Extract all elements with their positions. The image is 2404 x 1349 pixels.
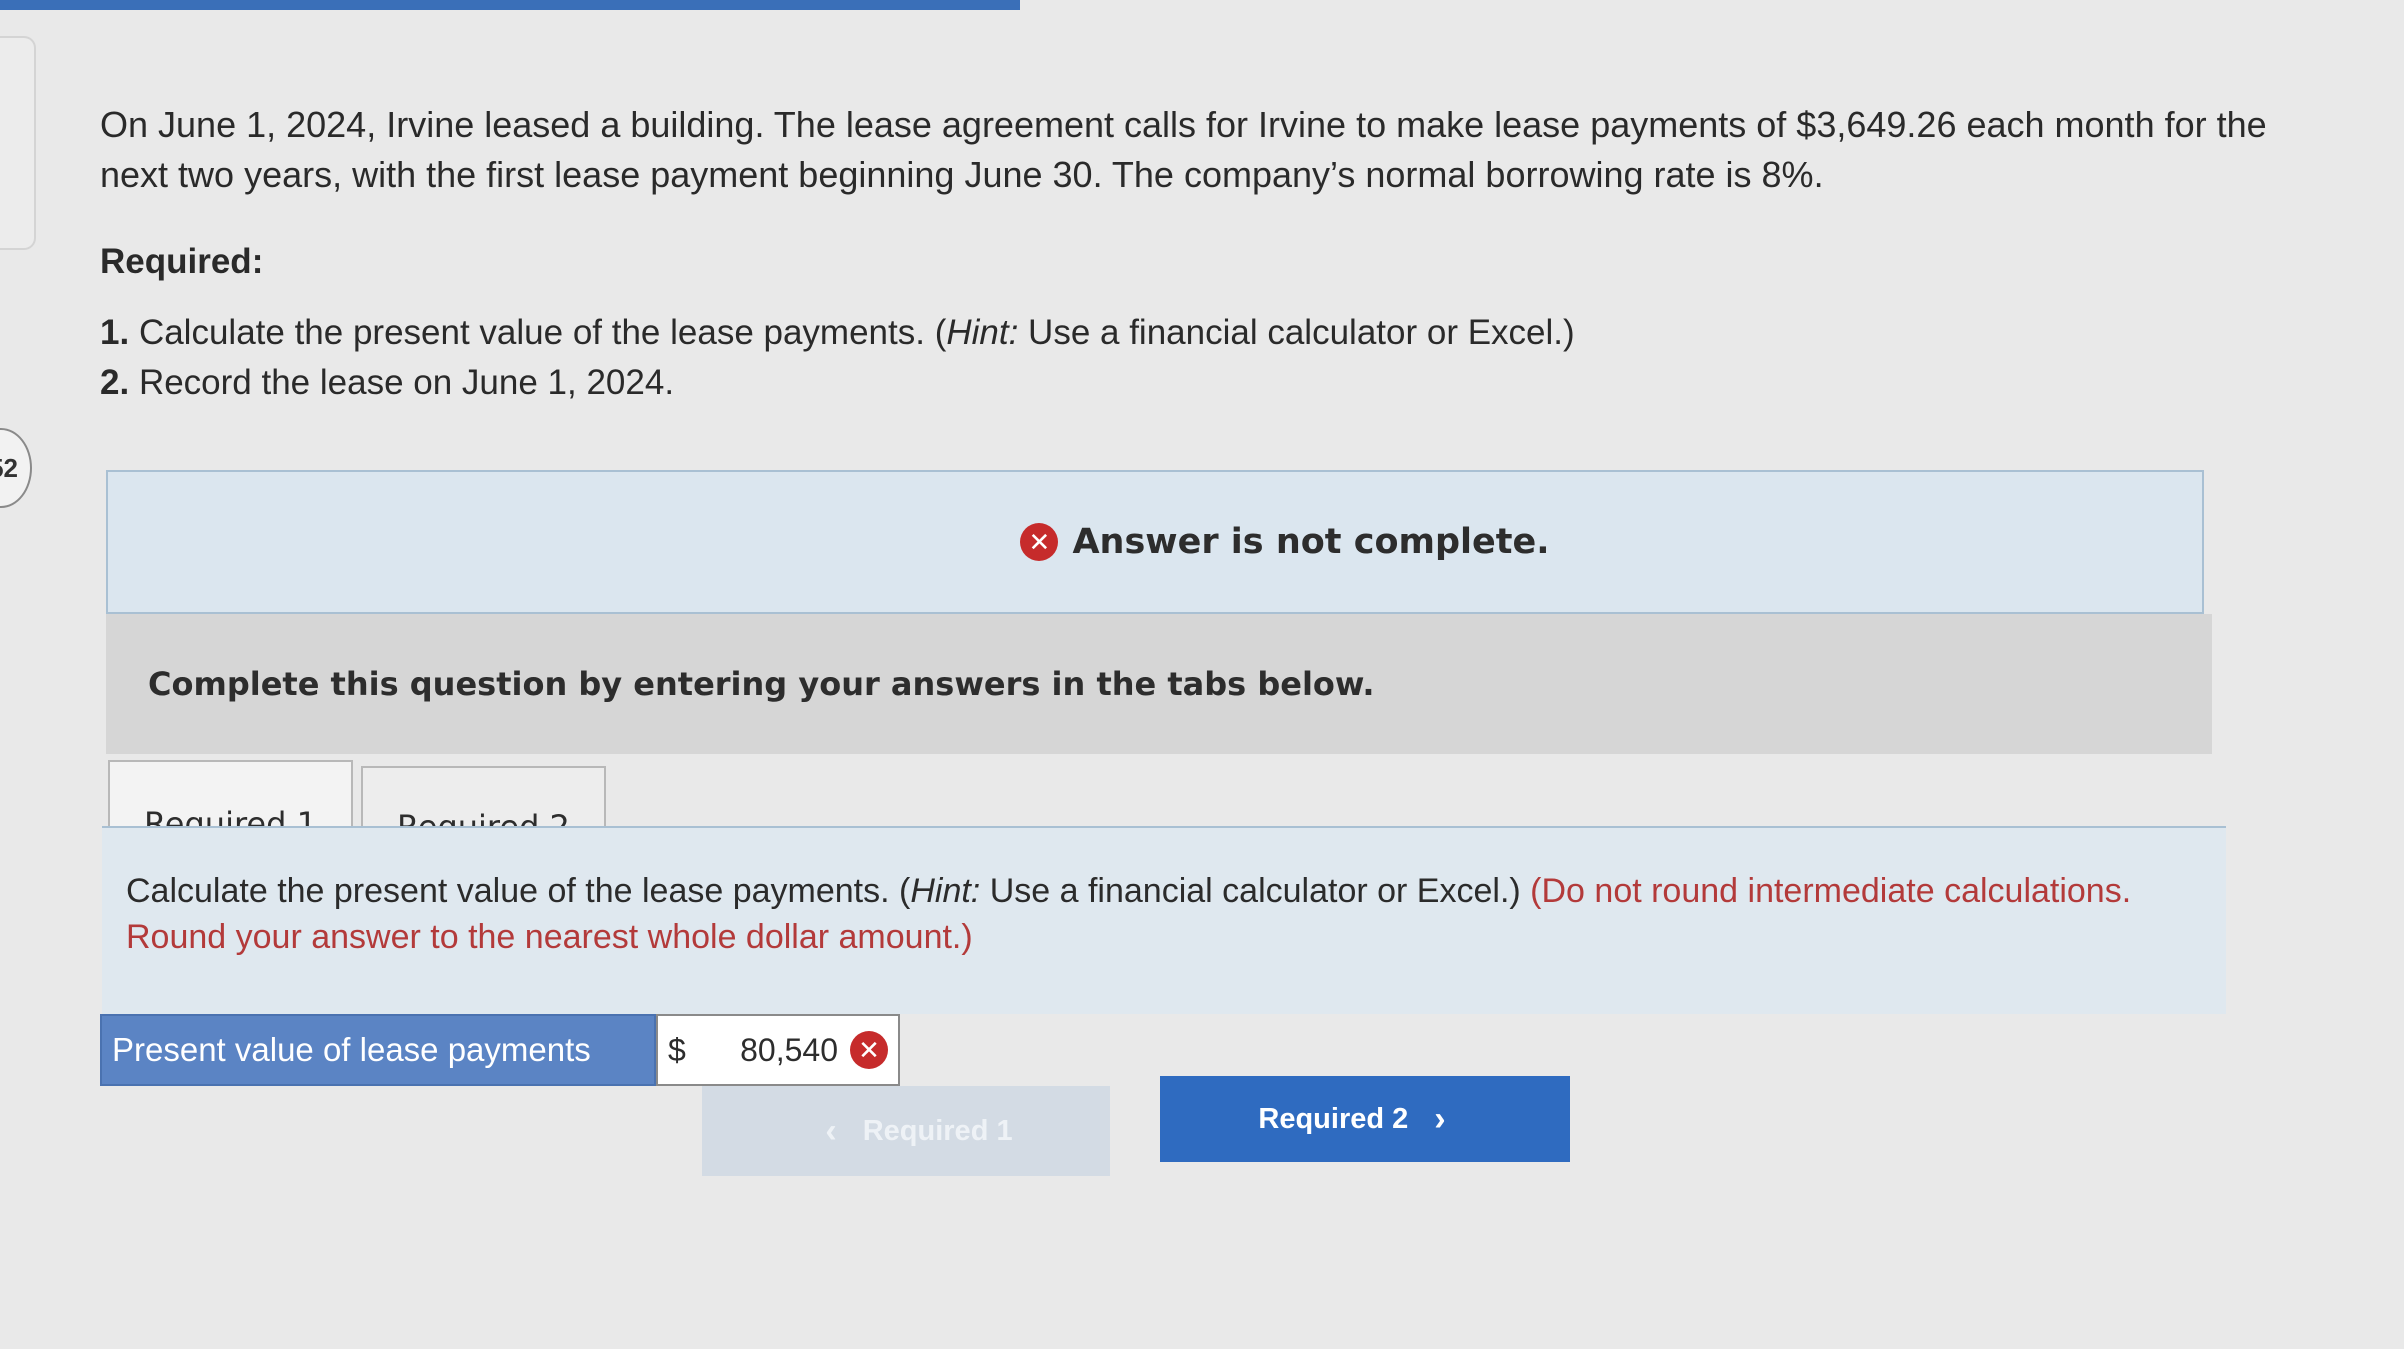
required-heading: Required: xyxy=(100,242,264,281)
side-panel-edge xyxy=(0,36,36,250)
requirement-text: Record the lease on June 1, 2024. xyxy=(138,363,675,402)
requirement-text: Use a financial calculator or Excel.) xyxy=(1018,313,1575,352)
present-value-input[interactable]: $ 80,540 ✕ xyxy=(656,1014,900,1086)
next-button-label: Required 2 xyxy=(1258,1102,1409,1135)
prev-button-label: Required 1 xyxy=(862,1114,1013,1147)
x-circle-icon: ✕ xyxy=(850,1031,888,1069)
x-circle-icon: ✕ xyxy=(1020,523,1059,561)
chevron-left-icon: ‹ xyxy=(825,1111,837,1150)
panel-text: Calculate the present value of the lease… xyxy=(126,872,911,910)
chevron-right-icon: › xyxy=(1434,1099,1446,1138)
requirement-item: 1. Calculate the present value of the le… xyxy=(100,308,2340,358)
answer-row: Present value of lease payments $ 80,540… xyxy=(100,1014,900,1086)
next-required-button[interactable]: Required 2 › xyxy=(1160,1076,1570,1162)
instructions-banner: Complete this question by entering your … xyxy=(106,614,2212,754)
requirement-text: Calculate the present value of the lease… xyxy=(138,313,947,352)
requirement-item: 2. Record the lease on June 1, 2024. xyxy=(100,358,2340,408)
hint-label: Hint: xyxy=(946,313,1019,352)
top-accent-strip xyxy=(0,0,1020,10)
answer-status-alert: ✕ Answer is not complete. xyxy=(106,470,2204,614)
prev-required-button[interactable]: ‹ Required 1 xyxy=(702,1086,1110,1176)
instructions-text: Complete this question by entering your … xyxy=(148,665,1375,703)
tab-panel-instructions: Calculate the present value of the lease… xyxy=(102,826,2226,1014)
requirement-number: 1. xyxy=(100,313,130,352)
answer-value[interactable]: 80,540 xyxy=(712,1032,850,1069)
question-number: 52 xyxy=(0,452,18,483)
answer-label: Present value of lease payments xyxy=(112,1031,591,1068)
answer-label-cell: Present value of lease payments xyxy=(100,1014,656,1086)
panel-text: Use a financial calculator or Excel.) xyxy=(980,872,1531,910)
question-number-badge[interactable]: 52 xyxy=(0,428,32,508)
currency-symbol: $ xyxy=(668,1031,686,1068)
question-content: On June 1, 2024, Irvine leased a buildin… xyxy=(100,100,2340,408)
hint-label: Hint: xyxy=(910,872,981,910)
requirements-list: 1. Calculate the present value of the le… xyxy=(100,308,2340,408)
problem-text: On June 1, 2024, Irvine leased a buildin… xyxy=(100,104,2267,195)
alert-text: Answer is not complete. xyxy=(1072,522,1550,562)
requirement-number: 2. xyxy=(100,363,130,402)
